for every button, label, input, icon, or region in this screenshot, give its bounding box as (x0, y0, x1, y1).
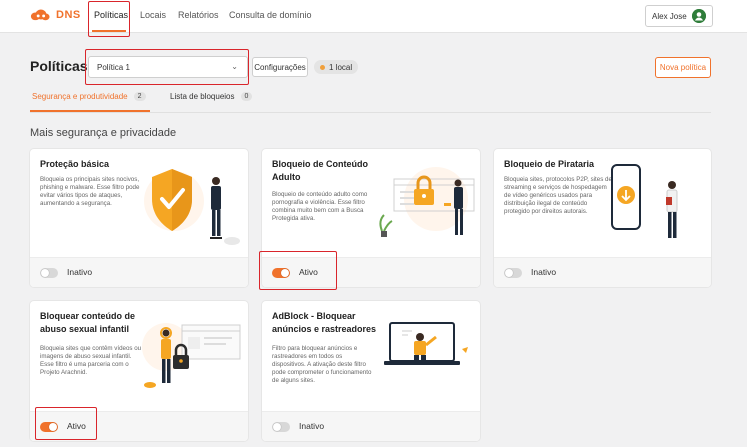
card-description: Filtro para bloquear anúncios e rastread… (272, 345, 372, 384)
page-title: Políticas (30, 58, 88, 74)
nav-item-domain-lookup[interactable]: Consulta de domínio (229, 10, 312, 20)
active-toggle-highlight-box (259, 251, 337, 290)
nav-item-locations[interactable]: Locais (140, 10, 166, 20)
smartphone-icon (611, 164, 678, 238)
toggle-knob (41, 269, 49, 277)
active-toggle-highlight-box (35, 407, 97, 440)
toggle-status-label: Inativo (67, 267, 93, 277)
new-policy-button[interactable]: Nova política (655, 57, 711, 78)
tabs-divider (30, 112, 711, 113)
section-title: Mais segurança e privacidade (30, 127, 177, 139)
laptop-icon (384, 322, 468, 365)
locations-badge[interactable]: 1 local (314, 60, 359, 74)
nav-item-reports[interactable]: Relatórios (178, 10, 219, 20)
locations-badge-label: 1 local (329, 62, 353, 72)
card-description: Bloqueia sites, protocolos P2P, sites de… (504, 176, 612, 215)
settings-button[interactable]: Configurações (252, 57, 308, 77)
toggle-switch[interactable] (272, 422, 290, 432)
cloud-logo-icon (30, 9, 50, 21)
tab-blocklist[interactable]: Lista de bloqueios 0 (170, 92, 253, 101)
nav-highlight-box (88, 1, 130, 37)
toggle-switch[interactable] (40, 268, 58, 278)
card-footer: Inativo (30, 257, 248, 287)
tab-label: Segurança e produtividade (32, 92, 128, 101)
user-avatar-icon (691, 9, 706, 23)
shield-check-icon (144, 169, 240, 245)
padlock-person-icon (142, 323, 241, 388)
card-piracy-block: Bloqueio de Pirataria Bloqueia sites, pr… (494, 149, 711, 287)
card-title: Proteção básica (40, 159, 110, 169)
tab-count: 0 (240, 92, 253, 101)
toggle-status-label: Inativo (531, 267, 557, 277)
tab-count: 2 (133, 92, 146, 101)
card-footer: Inativo (494, 257, 711, 287)
tab-label: Lista de bloqueios (170, 92, 235, 101)
card-description: Bloqueio de conteúdo adulto como pornogr… (272, 191, 368, 222)
toggle-knob (505, 269, 513, 277)
status-dot-icon (320, 64, 325, 70)
card-description: Bloqueia sites que contêm vídeos ou imag… (40, 345, 142, 376)
card-adblock: AdBlock - Bloquear anúncios e rastreador… (262, 301, 480, 441)
card-title: Bloquear conteúdo de abuso sexual infant… (40, 311, 136, 334)
card-basic-protection: Proteção básica Bloqueia os principais s… (30, 149, 248, 287)
brand-logo[interactable]: DNS (30, 9, 81, 21)
tab-security-productivity[interactable]: Segurança e produtividade 2 (32, 92, 146, 101)
toggle-status-label: Inativo (299, 421, 325, 431)
card-description: Bloqueia os principais sites nocivos, ph… (40, 176, 140, 207)
padlock-icon (379, 167, 475, 237)
card-title: AdBlock - Bloquear anúncios e rastreador… (272, 311, 377, 334)
user-name: Alex Jose (652, 11, 687, 21)
select-highlight-box (85, 49, 249, 85)
toggle-knob (273, 423, 281, 431)
brand-name: DNS (56, 9, 81, 21)
toggle-switch[interactable] (504, 268, 522, 278)
card-title: Bloqueio de Pirataria (504, 159, 595, 169)
card-title: Bloqueio de Conteúdo Adulto (272, 159, 368, 182)
card-footer: Inativo (262, 411, 480, 441)
user-menu-button[interactable]: Alex Jose (645, 5, 713, 27)
